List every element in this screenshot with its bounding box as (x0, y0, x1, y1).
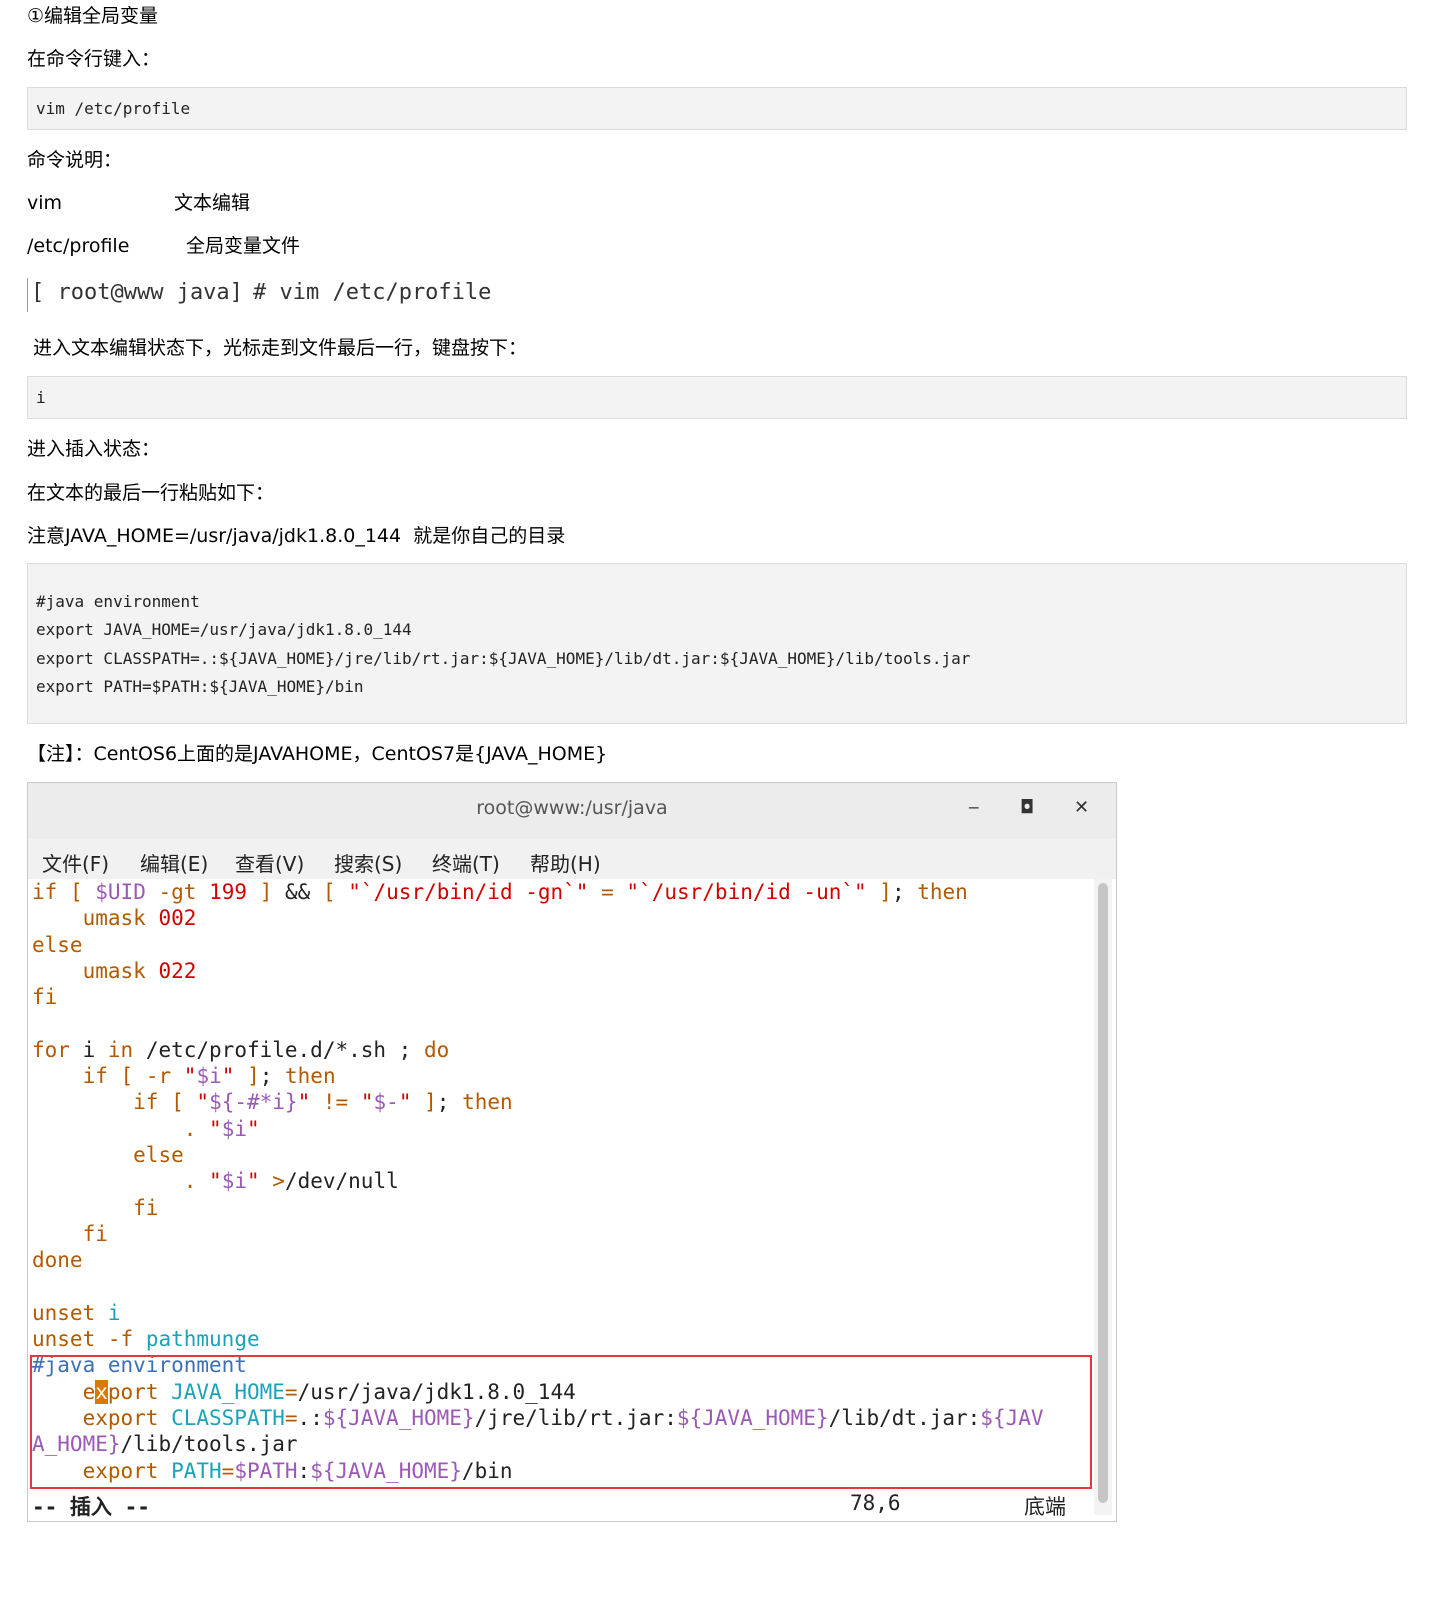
status-position: 78,6 (850, 1491, 901, 1515)
code-block-env: #java environment export JAVA_HOME=/usr/… (27, 563, 1407, 724)
cmd-desc-title: 命令说明： (27, 149, 123, 171)
code-row: fi (82, 1221, 108, 1246)
paste-text: 在文本的最后一行粘贴如下： (27, 482, 275, 504)
edit-state-text: 进入文本编辑状态下，光标走到文件最后一行，键盘按下： (27, 337, 528, 359)
code-line: i (36, 388, 46, 407)
code-block-vim: vim /etc/profile (27, 87, 1407, 130)
status-mode: -- 插入 -- (32, 1495, 150, 1519)
close-icon[interactable]: ✕ (1074, 797, 1089, 818)
code-row: . "$i" (183, 1116, 260, 1141)
code-row: fi (32, 985, 58, 1010)
profile-label: /etc/profile (27, 235, 130, 257)
vim-desc: 文本编辑 (174, 192, 251, 214)
code-row: if [ $UID -gt 199 ] && [ "`/usr/bin/id -… (32, 880, 968, 904)
highlight-box (30, 1355, 1092, 1489)
menu-view[interactable]: 查看(V) (235, 848, 304, 877)
code-line: export PATH=$PATH:${JAVA_HOME}/bin (36, 677, 364, 696)
code-row: umask 022 (82, 958, 197, 983)
code-row: umask 002 (82, 906, 197, 931)
enter-cmd-text: 在命令行键入： (27, 48, 161, 70)
terminal-window: root@www:/usr/java ‒ ◘ ✕ 文件(F) 编辑(E) 查看(… (27, 782, 1117, 1522)
shell-left-bar (27, 278, 28, 312)
code-line: export CLASSPATH=.:${JAVA_HOME}/jre/lib/… (36, 649, 971, 668)
code-row: unset -f pathmunge (32, 1327, 260, 1352)
code-line: #java environment (36, 592, 200, 611)
menu-search[interactable]: 搜索(S) (334, 848, 402, 877)
scrollbar-thumb[interactable] (1098, 883, 1108, 1503)
menu-help[interactable]: 帮助(H) (530, 848, 601, 877)
minimize-icon[interactable]: ‒ (968, 797, 979, 818)
menu-file[interactable]: 文件(F) (42, 848, 109, 877)
shell-command: # vim /etc/profile (253, 280, 492, 305)
terminal-menubar: 文件(F) 编辑(E) 查看(V) 搜索(S) 终端(T) 帮助(H) (28, 839, 1116, 879)
shell-prompt: [ root@www java] (31, 280, 243, 305)
insert-state-text: 进入插入状态： (27, 438, 161, 460)
menu-terminal[interactable]: 终端(T) (432, 848, 500, 877)
code-row: if [ "${-#*i}" != "$-" ]; then (133, 1090, 513, 1115)
step-title: ①编辑全局变量 (27, 5, 159, 27)
code-row: . "$i" >/dev/null (183, 1169, 399, 1194)
vim-label: vim (27, 192, 63, 214)
vim-statusline: -- 插入 -- 78,6 底端 (32, 1489, 1092, 1519)
profile-desc: 全局变量文件 (186, 235, 301, 257)
code-row: if [ -r "$i" ]; then (82, 1064, 336, 1089)
note-centos-text: 【注】：CentOS6上面的是JAVAHOME，CentOS7是{JAVA_HO… (27, 743, 608, 765)
code-row: done (32, 1248, 83, 1273)
code-row: else (32, 932, 83, 957)
code-row: fi (133, 1195, 159, 1220)
code-line: export JAVA_HOME=/usr/java/jdk1.8.0_144 (36, 620, 412, 639)
status-end: 底端 (1024, 1495, 1066, 1519)
note-home-text: 注意JAVA_HOME=/usr/java/jdk1.8.0_144 就是你自己… (27, 525, 566, 547)
code-block-insert: i (27, 376, 1407, 419)
code-line: vim /etc/profile (36, 99, 191, 118)
code-row: unset i (32, 1300, 121, 1325)
code-row: else (133, 1143, 184, 1167)
terminal-title: root@www:/usr/java (476, 797, 668, 819)
maximize-icon[interactable]: ◘ (1020, 797, 1034, 818)
terminal-titlebar: root@www:/usr/java ‒ ◘ ✕ (28, 783, 1116, 840)
menu-edit[interactable]: 编辑(E) (140, 848, 208, 877)
code-row: for i in /etc/profile.d/*.sh ; do (32, 1037, 450, 1062)
shell-screenshot: [ root@www java] # vim /etc/profile (27, 274, 527, 314)
